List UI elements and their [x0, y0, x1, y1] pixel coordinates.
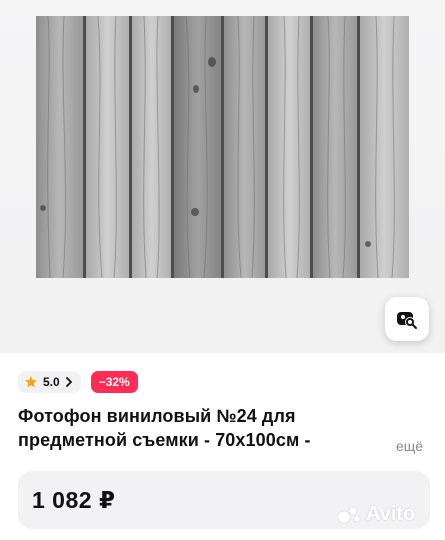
rating-value: 5.0 — [43, 375, 60, 389]
product-gallery[interactable] — [0, 0, 445, 353]
price: 1 082 ₽ — [32, 487, 116, 513]
title-line-2: предметной съемки - 70х100см - — [18, 430, 311, 450]
rating-badge[interactable]: 5.0 — [18, 371, 81, 393]
star-icon — [25, 376, 37, 388]
avito-logo: Avito — [338, 503, 415, 526]
avito-logo-text: Avito — [366, 503, 416, 525]
image-search-icon — [397, 312, 417, 329]
badges-row: 5.0 −32% — [18, 371, 138, 393]
more-link[interactable]: ещё — [396, 438, 423, 454]
avito-dots-icon — [338, 506, 361, 523]
chevron-right-icon — [65, 377, 72, 387]
image-search-button[interactable] — [385, 297, 429, 341]
title-line-1: Фотофон виниловый №24 для — [18, 406, 296, 426]
discount-badge: −32% — [90, 371, 138, 393]
wood-planks-image — [36, 16, 409, 278]
product-title[interactable]: Фотофон виниловый №24 для предметной съе… — [18, 404, 378, 452]
listing-card: 5.0 −32% Фотофон виниловый №24 для предм… — [0, 0, 445, 540]
product-photo[interactable] — [36, 16, 409, 278]
